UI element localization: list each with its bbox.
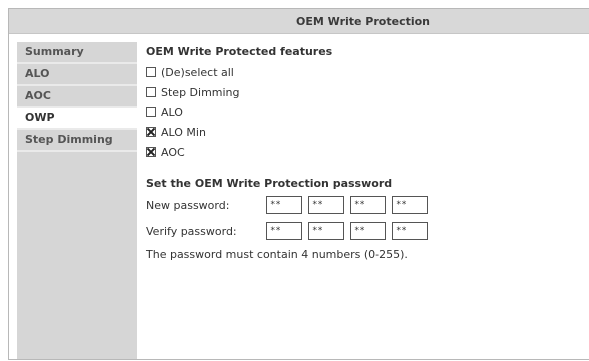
- verify-password-row: Verify password:: [146, 220, 589, 242]
- checkbox[interactable]: [146, 87, 156, 97]
- verify-password-field-2[interactable]: [308, 222, 344, 240]
- feature-row-deselect-all[interactable]: (De)select all: [146, 62, 589, 82]
- checkbox-label: ALO Min: [161, 125, 206, 139]
- checkbox[interactable]: [146, 67, 156, 77]
- new-password-field-1[interactable]: [266, 196, 302, 214]
- feature-row-alo-min[interactable]: ALO Min: [146, 122, 589, 142]
- checkbox-label: (De)select all: [161, 65, 234, 79]
- password-heading: Set the OEM Write Protection password: [146, 177, 393, 190]
- new-password-row: New password:: [146, 194, 589, 216]
- verify-password-field-3[interactable]: [350, 222, 386, 240]
- sidebar: Summary ALO AOC OWP Step Dimming: [17, 42, 137, 359]
- sidebar-item-alo[interactable]: ALO: [17, 64, 137, 86]
- sidebar-item-step-dimming[interactable]: Step Dimming: [17, 130, 137, 152]
- password-hint: The password must contain 4 numbers (0-2…: [146, 248, 408, 261]
- new-password-label: New password:: [146, 198, 230, 212]
- checkbox[interactable]: [146, 127, 156, 137]
- verify-password-field-1[interactable]: [266, 222, 302, 240]
- new-password-field-4[interactable]: [392, 196, 428, 214]
- sidebar-item-summary[interactable]: Summary: [17, 42, 137, 64]
- page-title: OEM Write Protection: [295, 14, 431, 28]
- new-password-field-2[interactable]: [308, 196, 344, 214]
- features-heading: OEM Write Protected features: [146, 45, 333, 58]
- verify-password-field-4[interactable]: [392, 222, 428, 240]
- owp-panel: OEM Write Protection Summary ALO AOC OWP…: [8, 8, 589, 360]
- sidebar-item-owp[interactable]: OWP: [17, 108, 137, 130]
- checkbox[interactable]: [146, 107, 156, 117]
- verify-password-label: Verify password:: [146, 224, 237, 238]
- feature-row-step-dimming[interactable]: Step Dimming: [146, 82, 589, 102]
- feature-row-alo[interactable]: ALO: [146, 102, 589, 122]
- checkbox-label: ALO: [161, 105, 183, 119]
- checkbox-label: AOC: [161, 145, 185, 159]
- feature-row-aoc[interactable]: AOC: [146, 142, 589, 162]
- main-content: OEM Write Protected features (De)select …: [146, 42, 589, 261]
- new-password-field-3[interactable]: [350, 196, 386, 214]
- title-bar: OEM Write Protection: [9, 9, 589, 34]
- checkbox[interactable]: [146, 147, 156, 157]
- checkbox-label: Step Dimming: [161, 85, 240, 99]
- sidebar-item-aoc[interactable]: AOC: [17, 86, 137, 108]
